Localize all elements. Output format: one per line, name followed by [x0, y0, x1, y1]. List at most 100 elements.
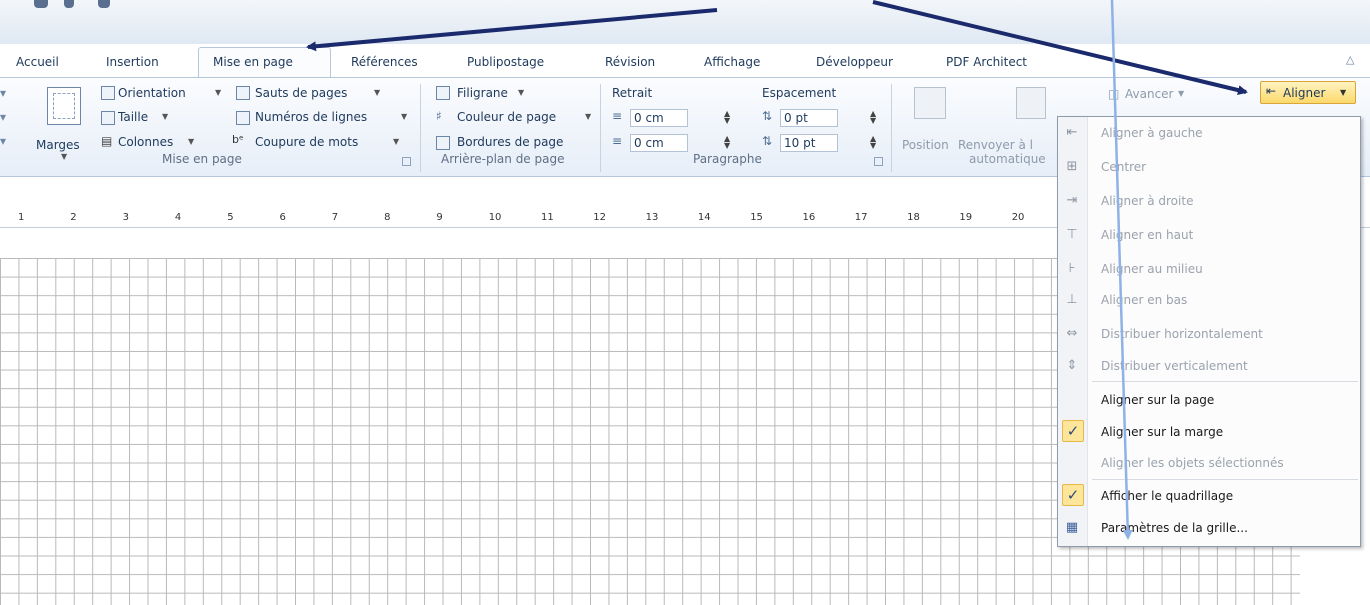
menu-item-show-gridlines[interactable]: Afficher le quadrillage	[1101, 489, 1233, 503]
menu-item-align-right[interactable]: Aligner à droite	[1101, 194, 1193, 208]
menu-item-center[interactable]: Centrer	[1101, 160, 1146, 174]
menu-item-distribute-horizontal[interactable]: Distribuer horizontalement	[1101, 327, 1263, 341]
page-color-icon: ♯	[436, 109, 442, 123]
checkmark-icon: ✓	[1062, 484, 1084, 506]
ruler-number: 11	[541, 212, 554, 223]
menu-item-align-middle[interactable]: Aligner au milieu	[1101, 262, 1203, 276]
tab-developpeur[interactable]: Développeur	[816, 55, 893, 69]
indent-left-icon: ≡	[612, 109, 623, 123]
quick-access-icon[interactable]	[64, 0, 74, 8]
indent-right-icon: ≡	[612, 134, 623, 148]
space-after-value: 10 pt	[784, 136, 816, 150]
cut-dropdown-icon[interactable]: ▾	[0, 86, 6, 100]
margins-icon	[47, 87, 81, 125]
page-color-button[interactable]: Couleur de page	[457, 110, 556, 124]
spinner-icon[interactable]: ▲ ▼	[870, 135, 876, 150]
dialog-launcher-icon[interactable]	[874, 157, 883, 166]
align-left-icon: ⇤	[1066, 125, 1078, 140]
line-numbers-button[interactable]: Numéros de lignes	[255, 110, 367, 124]
menu-item-align-selected[interactable]: Aligner les objets sélectionnés	[1101, 456, 1284, 470]
spacing-label: Espacement	[762, 86, 837, 100]
group-separator	[891, 84, 892, 172]
tab-affichage[interactable]: Affichage	[704, 55, 760, 69]
chevron-down-icon: ▼	[401, 112, 408, 121]
tab-revision[interactable]: Révision	[605, 55, 655, 69]
ruler-number: 15	[750, 212, 763, 223]
ruler-number: 1	[18, 212, 25, 223]
menu-item-distribute-vertical[interactable]: Distribuer verticalement	[1101, 359, 1248, 373]
ruler-number: 7	[331, 212, 339, 223]
ruler-number: 16	[802, 212, 816, 223]
tab-publipostage[interactable]: Publipostage	[467, 55, 544, 69]
orientation-icon	[101, 86, 115, 100]
quick-access-icon[interactable]	[34, 0, 48, 8]
ruler-number: 5	[227, 212, 234, 223]
ruler-number: 4	[174, 212, 182, 223]
line-numbers-icon	[236, 111, 250, 125]
group-label-arriere-plan: Arrière-plan de page	[441, 152, 565, 166]
menu-item-align-margin[interactable]: Aligner sur la marge	[1101, 425, 1223, 439]
page-borders-button[interactable]: Bordures de page	[457, 135, 563, 149]
bring-forward-button[interactable]: Avancer	[1125, 87, 1173, 101]
chevron-down-icon: ▼	[188, 137, 195, 146]
dialog-launcher-icon[interactable]	[402, 157, 411, 166]
columns-button[interactable]: Colonnes	[118, 135, 173, 149]
ruler-number: 19	[959, 212, 973, 223]
size-icon	[101, 111, 115, 125]
hyphenation-icon: bᵉ	[232, 133, 244, 146]
tab-mise-en-page[interactable]: Mise en page	[213, 55, 293, 69]
orientation-button[interactable]: Orientation	[118, 86, 186, 100]
group-label-paragraphe: Paragraphe	[693, 152, 762, 166]
watermark-icon	[436, 86, 450, 100]
quick-access-icon[interactable]	[98, 0, 110, 8]
space-before-value: 0 pt	[784, 111, 808, 125]
ruler-number: 12	[593, 212, 607, 223]
chevron-down-icon: ▼	[1178, 89, 1185, 98]
tab-pdf-architect[interactable]: PDF Architect	[946, 55, 1027, 69]
space-before-icon: ⇅	[762, 109, 773, 123]
align-bottom-icon: ⊥	[1066, 292, 1078, 307]
menu-item-align-top[interactable]: Aligner en haut	[1101, 228, 1193, 242]
chevron-down-icon: ▼	[585, 112, 592, 121]
cut-dropdown-icon[interactable]: ▾	[0, 110, 6, 124]
watermark-button[interactable]: Filigrane	[457, 86, 508, 100]
spinner-icon[interactable]: ▲ ▼	[870, 110, 876, 125]
tab-insertion[interactable]: Insertion	[106, 55, 159, 69]
cut-dropdown-icon[interactable]: ▾	[0, 134, 6, 148]
align-middle-icon: ⊦	[1068, 261, 1076, 276]
spinner-icon[interactable]: ▲ ▼	[724, 110, 730, 125]
indent-left-value: 0 cm	[634, 111, 664, 125]
breaks-button[interactable]: Sauts de pages	[255, 86, 347, 100]
chevron-down-icon: ▼	[61, 152, 68, 161]
menu-item-grid-settings[interactable]: Paramètres de la grille...	[1101, 521, 1248, 535]
position-button[interactable]: Position	[902, 138, 949, 152]
margins-button[interactable]: Marges	[36, 138, 80, 152]
chevron-down-icon: ▼	[215, 88, 222, 97]
ruler-number: 18	[907, 212, 920, 223]
grid-icon: ▦	[1065, 520, 1079, 535]
menu-separator	[1092, 381, 1358, 382]
ruler-number: 9	[436, 212, 443, 223]
wrap-text-button[interactable]: Renvoyer à l	[958, 138, 1033, 152]
distribute-vertical-icon: ⇕	[1066, 358, 1078, 373]
checkmark-icon: ✓	[1062, 420, 1084, 442]
align-right-icon: ⇥	[1066, 193, 1078, 208]
menu-item-align-bottom[interactable]: Aligner en bas	[1101, 293, 1187, 307]
chevron-down-icon: ▼	[1340, 88, 1347, 97]
ruler-number: 6	[279, 212, 286, 223]
menu-item-align-left[interactable]: Aligner à gauche	[1101, 126, 1203, 140]
collapse-ribbon-icon[interactable]: △	[1346, 53, 1354, 66]
tab-accueil[interactable]: Accueil	[16, 55, 59, 69]
align-button-label: Aligner	[1283, 86, 1326, 100]
space-after-icon: ⇅	[762, 134, 773, 148]
group-separator	[420, 84, 421, 172]
group-label-mise-en-page: Mise en page	[162, 152, 242, 166]
size-button[interactable]: Taille	[118, 110, 148, 124]
tab-references[interactable]: Références	[351, 55, 418, 69]
wrap-text-button-line2: automatique	[969, 152, 1046, 166]
ruler-number: 10	[488, 212, 502, 223]
bring-forward-icon: ◫	[1108, 87, 1120, 101]
menu-item-align-page[interactable]: Aligner sur la page	[1101, 393, 1214, 407]
hyphenation-button[interactable]: Coupure de mots	[255, 135, 358, 149]
spinner-icon[interactable]: ▲ ▼	[724, 135, 730, 150]
